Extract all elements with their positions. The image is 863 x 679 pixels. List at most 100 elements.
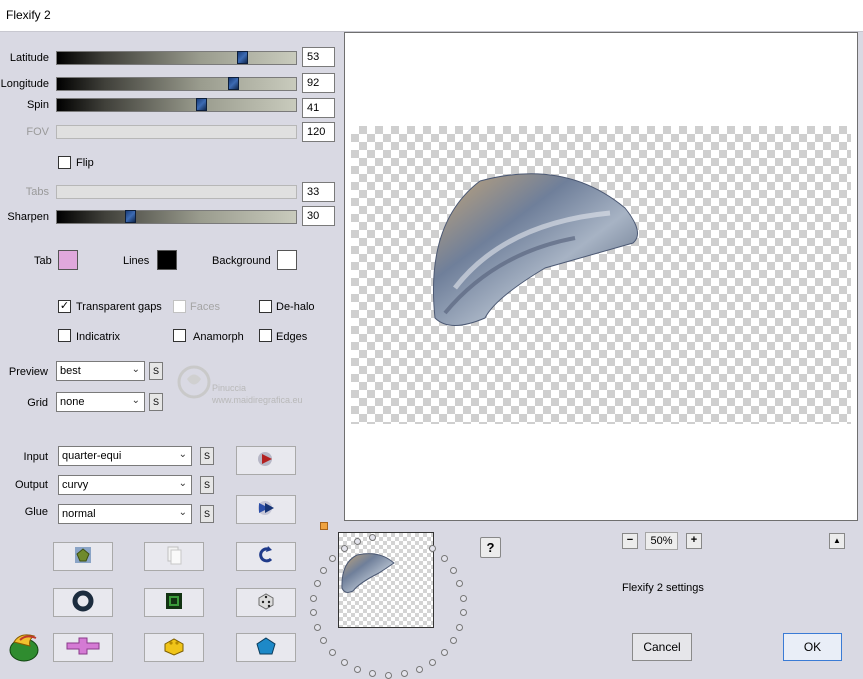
- transparent-gaps-checkbox[interactable]: ✓: [58, 300, 71, 313]
- navigator-ring-dot[interactable]: [310, 609, 317, 616]
- ok-button[interactable]: OK: [783, 633, 842, 661]
- navigator-ring-dot[interactable]: [369, 534, 376, 541]
- navigator-ring-dot[interactable]: [314, 624, 321, 631]
- animate-icon: [256, 499, 276, 520]
- chevron-down-icon: ⌄: [178, 449, 187, 460]
- pentagon-button[interactable]: [236, 633, 296, 662]
- dice-button[interactable]: [236, 588, 296, 617]
- spin-slider-thumb[interactable]: [196, 98, 207, 111]
- grid-select-value: none: [60, 396, 85, 408]
- input-s-button[interactable]: S: [200, 447, 214, 465]
- sharpen-value[interactable]: 30: [302, 206, 335, 226]
- preview-select[interactable]: best ⌄: [56, 361, 145, 381]
- copy-button: [144, 542, 204, 571]
- navigator-ring-dot[interactable]: [329, 649, 336, 656]
- faces-label: Faces: [190, 301, 220, 313]
- anamorph-checkbox[interactable]: [173, 329, 186, 342]
- tab-color-swatch[interactable]: [58, 250, 78, 270]
- zoom-in-button[interactable]: +: [686, 533, 702, 549]
- longitude-slider[interactable]: [56, 77, 297, 91]
- edges-checkbox[interactable]: [259, 329, 272, 342]
- navigator-ring-dot[interactable]: [460, 609, 467, 616]
- navigator-ring-dot[interactable]: [456, 624, 463, 631]
- navigator-ring-dot[interactable]: [441, 555, 448, 562]
- navigator-ring-dot[interactable]: [369, 670, 376, 677]
- flip-checkbox[interactable]: [58, 156, 71, 169]
- navigator-ring-dot[interactable]: [401, 670, 408, 677]
- navigator-ring-dot[interactable]: [460, 595, 467, 602]
- navigator-ring-dot[interactable]: [320, 567, 327, 574]
- flexified-image: [345, 33, 857, 520]
- flexify-logo-icon: [6, 630, 44, 664]
- background-color-swatch[interactable]: [277, 250, 297, 270]
- torus-button[interactable]: [53, 588, 113, 617]
- spin-value[interactable]: 41: [302, 98, 335, 118]
- navigator-ring-dot[interactable]: [310, 595, 317, 602]
- cancel-button[interactable]: Cancel: [632, 633, 692, 661]
- glue-select-value: normal: [62, 508, 96, 520]
- navigator-ring-dot[interactable]: [354, 538, 361, 545]
- navigator-ring-dot[interactable]: [450, 637, 457, 644]
- grid-select[interactable]: none ⌄: [56, 392, 145, 412]
- glue-select[interactable]: normal ⌄: [58, 504, 192, 524]
- sharpen-slider[interactable]: [56, 210, 297, 224]
- chevron-down-icon: ⌄: [178, 478, 187, 489]
- lines-color-swatch[interactable]: [157, 250, 177, 270]
- preview-select-label: Preview: [8, 366, 48, 378]
- glue-s-button[interactable]: S: [200, 505, 214, 523]
- output-s-button[interactable]: S: [200, 476, 214, 494]
- navigator-ring-dot[interactable]: [429, 545, 436, 552]
- spin-slider[interactable]: [56, 98, 297, 112]
- navigator-ring-dot[interactable]: [354, 666, 361, 673]
- latitude-label: Latitude: [9, 52, 49, 64]
- fov-slider: [56, 125, 297, 139]
- latitude-value[interactable]: 53: [302, 47, 335, 67]
- navigator-ring-dot[interactable]: [320, 637, 327, 644]
- edges-label: Edges: [276, 331, 308, 343]
- navigator-ring-dot[interactable]: [329, 555, 336, 562]
- cube-button[interactable]: [144, 633, 204, 662]
- de-halo-checkbox[interactable]: [259, 300, 272, 313]
- longitude-label: Longitude: [0, 78, 49, 90]
- latitude-slider-thumb[interactable]: [237, 51, 248, 64]
- longitude-value[interactable]: 92: [302, 73, 335, 93]
- settings-label: Flexify 2 settings: [622, 582, 704, 594]
- navigator-ring-dot[interactable]: [441, 649, 448, 656]
- navigator-ring-dot[interactable]: [450, 567, 457, 574]
- sharpen-slider-thumb[interactable]: [125, 210, 136, 223]
- undo-button[interactable]: [236, 542, 296, 571]
- indicatrix-label: Indicatrix: [76, 331, 121, 343]
- collapse-button[interactable]: ▲: [829, 533, 845, 549]
- navigator-ring-dot[interactable]: [314, 580, 321, 587]
- navigator-ring-dot[interactable]: [429, 659, 436, 666]
- frame-icon: [164, 591, 184, 614]
- preview-select-value: best: [60, 365, 81, 377]
- preview-s-button[interactable]: S: [149, 362, 163, 380]
- tab-color-label: Tab: [34, 255, 52, 267]
- longitude-slider-thumb[interactable]: [228, 77, 239, 90]
- navigator-ring-dot[interactable]: [416, 666, 423, 673]
- torus-icon: [72, 590, 94, 615]
- grid-select-label: Grid: [27, 397, 48, 409]
- animate-button[interactable]: [236, 495, 296, 524]
- watermark-logo-icon: [174, 362, 214, 402]
- latitude-slider[interactable]: [56, 51, 297, 65]
- randomize-button[interactable]: [53, 542, 113, 571]
- spin-label: Spin: [26, 99, 49, 111]
- chevron-down-icon: ⌄: [131, 395, 140, 406]
- navigator-ring-dot[interactable]: [456, 580, 463, 587]
- help-button[interactable]: ?: [480, 537, 501, 558]
- zoom-out-button[interactable]: −: [622, 533, 638, 549]
- grid-s-button[interactable]: S: [149, 393, 163, 411]
- cross-button[interactable]: [53, 633, 113, 662]
- frame-button[interactable]: [144, 588, 204, 617]
- tabs-value: 33: [302, 182, 335, 202]
- navigator-ring-dot[interactable]: [341, 659, 348, 666]
- output-select[interactable]: curvy ⌄: [58, 475, 192, 495]
- navigator-ring-dot[interactable]: [341, 545, 348, 552]
- pentagon-icon: [255, 636, 277, 659]
- navigator-ring-dot[interactable]: [385, 672, 392, 679]
- indicatrix-checkbox[interactable]: [58, 329, 71, 342]
- input-select[interactable]: quarter-equi ⌄: [58, 446, 192, 466]
- render-button[interactable]: [236, 446, 296, 475]
